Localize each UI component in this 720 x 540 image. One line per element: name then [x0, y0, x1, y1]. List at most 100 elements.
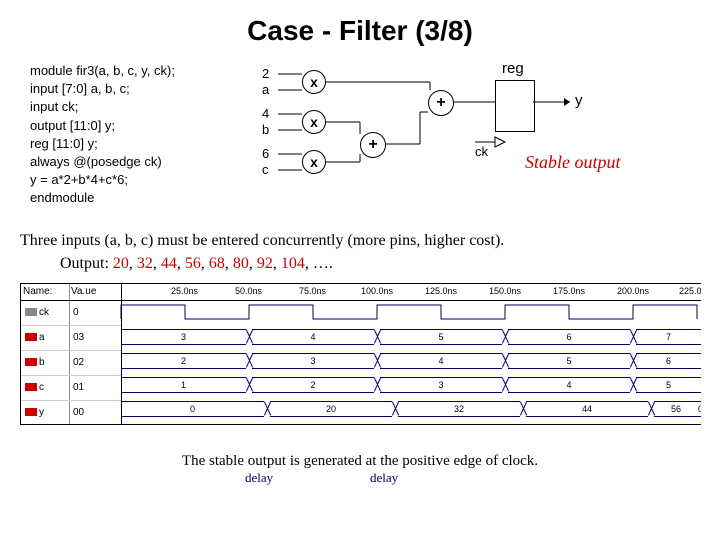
reg-label: reg: [502, 60, 524, 77]
sig-a: a: [262, 82, 269, 97]
output-label: Output:: [60, 255, 113, 272]
y-label: y: [575, 92, 583, 109]
multiplier-icon: x: [302, 70, 326, 94]
signal-name-c: c: [21, 376, 69, 401]
code-line: output [11:0] y;: [30, 117, 230, 135]
time-ruler: 25.0ns 50.0ns 75.0ns 100.0ns 125.0ns 150…: [121, 284, 701, 301]
wave-header: Name: ck a b c y Va.ue 0 03 02 01 00: [21, 284, 122, 424]
const-6: 6: [262, 146, 269, 161]
seq-val: 20: [113, 255, 129, 272]
wave-row-b: 2 3 4 5 6: [121, 348, 701, 372]
adder-icon: +: [360, 132, 386, 158]
signal-val: 03: [69, 326, 121, 351]
signal-val: 01: [69, 376, 121, 401]
wave-row-a: 3 4 5 6 7: [121, 324, 701, 348]
wave-row-c: 1 2 3 4 5: [121, 372, 701, 396]
signal-icon: [25, 383, 37, 391]
bus-val: 6: [636, 353, 701, 369]
bus-val: 56: [654, 401, 698, 417]
seq-val: 104: [281, 255, 305, 272]
time-tick: 75.0ns: [299, 286, 326, 296]
bus-val: 0: [698, 401, 701, 417]
seq-val: 32: [137, 255, 153, 272]
delay-label: delay: [245, 470, 273, 486]
bus-val: 2: [121, 353, 246, 369]
page-title: Case - Filter (3/8): [20, 15, 700, 47]
code-line: module fir3(a, b, c, y, ck);: [30, 62, 230, 80]
bus-val: 1: [121, 377, 246, 393]
code-line: reg [11:0] y;: [30, 135, 230, 153]
name-header: Name:: [21, 284, 69, 301]
time-tick: 150.0ns: [489, 286, 521, 296]
wave-row-ck: [121, 300, 701, 324]
signal-icon: [25, 308, 37, 316]
seq-trail: , ….: [305, 255, 333, 272]
text: Three inputs (a: [20, 232, 117, 249]
signal-val: 0: [69, 301, 121, 326]
adder-icon: +: [428, 90, 454, 116]
time-tick: 50.0ns: [235, 286, 262, 296]
code-line: input ck;: [30, 98, 230, 116]
bus-val: 5: [380, 329, 502, 345]
bus-val: 2: [252, 377, 374, 393]
text: c: [141, 232, 148, 249]
bus-val: 5: [636, 377, 701, 393]
signal-name-b: b: [21, 351, 69, 376]
bottom-caption: The stable output is generated at the po…: [20, 453, 700, 470]
const-4: 4: [262, 106, 269, 121]
value-header: Va.ue: [69, 284, 121, 301]
const-2: 2: [262, 66, 269, 81]
code-line: y = a*2+b*4+c*6;: [30, 171, 230, 189]
block-diagram: 2 a 4 b 6 c x x x + + reg y ck Stable ou…: [250, 62, 670, 222]
multiplier-icon: x: [302, 110, 326, 134]
bus-val: 3: [252, 353, 374, 369]
seq-val: 80: [233, 255, 249, 272]
multiplier-icon: x: [302, 150, 326, 174]
verilog-code: module fir3(a, b, c, y, ck); input [7:0]…: [20, 62, 230, 222]
wave-row-y: 0 20 32 44 56 0: [121, 396, 701, 420]
delay-label: delay: [370, 470, 398, 486]
time-tick: 225.0ns: [679, 286, 701, 296]
signal-name-y: y: [21, 401, 69, 425]
sig-c: c: [262, 162, 269, 177]
text: higher cost).: [424, 232, 504, 249]
time-tick: 125.0ns: [425, 286, 457, 296]
top-row: module fir3(a, b, c, y, ck); input [7:0]…: [20, 62, 700, 222]
bus-val: 7: [636, 329, 701, 345]
time-tick: 175.0ns: [553, 286, 585, 296]
bus-val: 0: [121, 401, 264, 417]
signal-name-a: a: [21, 326, 69, 351]
concurrent-inputs-text: Three inputs (a, b, c) must be entered c…: [20, 232, 700, 250]
code-line: always @(posedge ck): [30, 153, 230, 171]
text: ) must be entered concurrently (more pin…: [148, 232, 416, 249]
signal-val: 02: [69, 351, 121, 376]
waveform-viewer: Name: ck a b c y Va.ue 0 03 02 01 00 25.…: [20, 283, 701, 425]
time-tick: 25.0ns: [171, 286, 198, 296]
stable-output-text: Stable output: [525, 152, 621, 173]
bus-val: 4: [252, 329, 374, 345]
seq-val: 44: [161, 255, 177, 272]
bus-val: 4: [380, 353, 502, 369]
register-block: [495, 80, 535, 132]
bus-val: 4: [508, 377, 630, 393]
ck-waveform: [121, 300, 701, 324]
seq-val: 92: [257, 255, 273, 272]
signal-val: 00: [69, 401, 121, 425]
seq-val: 68: [209, 255, 225, 272]
seq-val: 56: [185, 255, 201, 272]
wave-body: 3 4 5 6 7 2 3 4 5 6 1 2 3 4 5 0 20 32 44…: [121, 300, 701, 424]
time-tick: 200.0ns: [617, 286, 649, 296]
signal-icon: [25, 333, 37, 341]
text: b: [125, 232, 133, 249]
bus-val: 6: [508, 329, 630, 345]
signal-icon: [25, 358, 37, 366]
value-column: Va.ue 0 03 02 01 00: [69, 284, 121, 424]
bus-val: 20: [270, 401, 392, 417]
ck-label: ck: [475, 144, 488, 159]
output-sequence-text: Output: 20, 32, 44, 56, 68, 80, 92, 104,…: [60, 255, 700, 273]
code-line: endmodule: [30, 189, 230, 207]
bus-val: 5: [508, 353, 630, 369]
time-tick: 100.0ns: [361, 286, 393, 296]
code-line: input [7:0] a, b, c;: [30, 80, 230, 98]
bus-val: 3: [380, 377, 502, 393]
